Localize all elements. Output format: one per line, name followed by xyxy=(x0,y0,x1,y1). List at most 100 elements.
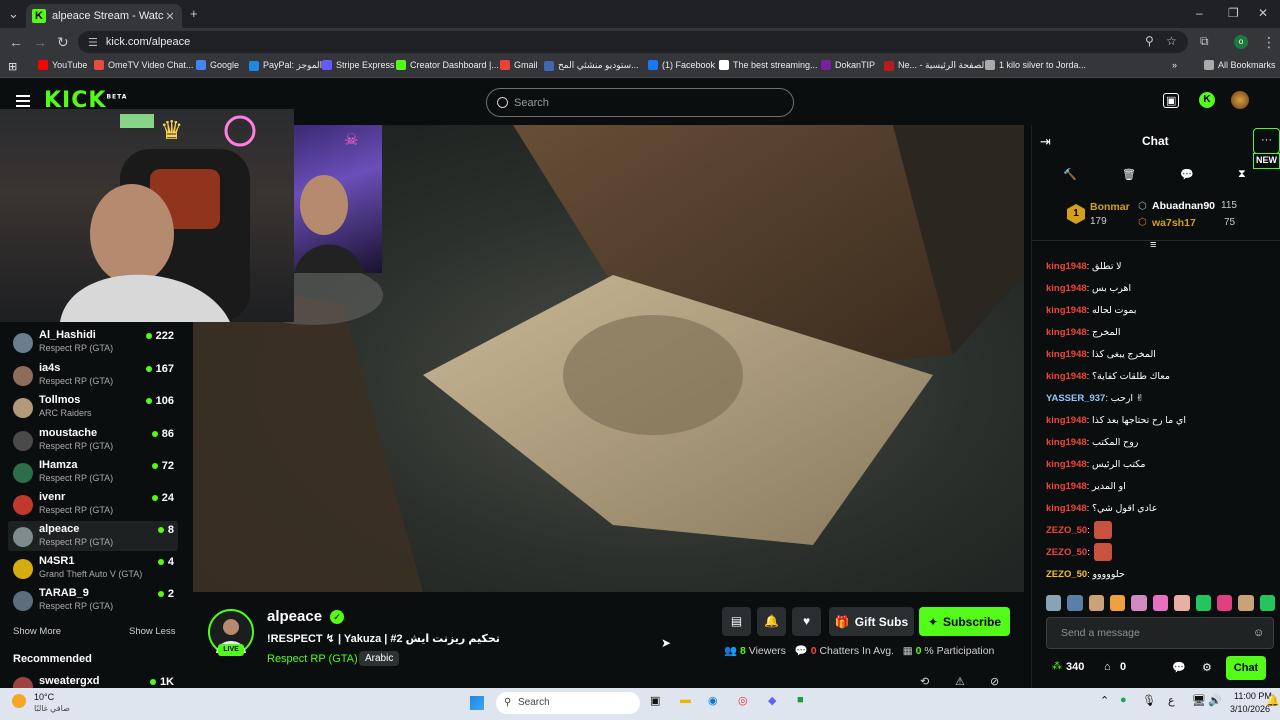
emote-icon[interactable] xyxy=(1046,595,1062,611)
chat-username[interactable]: king1948 xyxy=(1046,305,1087,316)
emote-icon[interactable] xyxy=(1238,595,1254,611)
emoji-icon[interactable]: ☺ xyxy=(1253,618,1264,648)
bookmark-item[interactable]: Ne... - الصفحة الرئيسية xyxy=(884,60,987,71)
edge-icon[interactable]: ◉ xyxy=(708,694,718,707)
mod-hammer-icon[interactable]: 🔨 xyxy=(1063,168,1077,181)
leaderboard-expand-icon[interactable]: ≡ xyxy=(1150,239,1156,251)
window-close-icon[interactable]: ✕ xyxy=(1258,6,1268,20)
chat-username[interactable]: ZEZO_50 xyxy=(1046,547,1087,558)
sidebar-channel-n4sr1[interactable]: N4SR1 Grand Theft Auto V (GTA) 4 xyxy=(8,553,178,583)
bookmark-item[interactable]: OmeTV Video Chat... xyxy=(94,60,193,70)
emote-icon[interactable] xyxy=(1088,595,1105,611)
discord-icon[interactable]: ◆ xyxy=(768,694,776,707)
collapse-chat-icon[interactable]: ⇥ xyxy=(1040,134,1051,150)
sidebar-channel-al_hashidi[interactable]: Al_Hashidi Respect RP (GTA) 222 xyxy=(8,327,178,357)
emote-icon[interactable] xyxy=(1216,595,1233,611)
follow-button[interactable]: ♥ xyxy=(792,607,821,636)
chat-username[interactable]: king1948 xyxy=(1046,327,1087,338)
share-icon[interactable]: ⟲ xyxy=(920,675,929,688)
emote-icon[interactable] xyxy=(1152,595,1169,611)
tab-search-icon[interactable]: ⌄ xyxy=(8,6,19,22)
delete-icon[interactable]: 🗑 xyxy=(1122,168,1136,181)
tray-overflow-icon[interactable]: ⌃ xyxy=(1100,694,1109,707)
emote-icon[interactable] xyxy=(1067,595,1083,611)
sidebar-channel-ia4s[interactable]: ia4s Respect RP (GTA) 167 xyxy=(8,360,178,390)
sidebar-channel-tarab_9[interactable]: TARAB_9 Respect RP (GTA) 2 xyxy=(8,585,178,615)
chat-settings-icon[interactable]: ⚙ xyxy=(1202,661,1212,674)
notification-bell-icon[interactable]: 🔔 xyxy=(1266,694,1280,707)
sidebar-channel-alpeace[interactable]: alpeace Respect RP (GTA) 8 xyxy=(8,521,178,551)
chat-username[interactable]: king1948 xyxy=(1046,437,1087,448)
chat-username[interactable]: king1948 xyxy=(1046,371,1087,382)
clip-button[interactable]: ▤ xyxy=(722,607,751,636)
chrome-icon[interactable]: ◎ xyxy=(738,694,748,707)
windows-start-icon[interactable] xyxy=(470,696,484,710)
bookmark-item[interactable]: PayPal: الموجز xyxy=(249,60,322,71)
new-tab-button[interactable]: + xyxy=(190,6,198,21)
bookmark-item[interactable]: YouTube xyxy=(38,60,87,70)
chat-username[interactable]: king1948 xyxy=(1046,261,1087,272)
file-explorer-icon[interactable]: ▬ xyxy=(680,694,691,706)
browser-tab[interactable]: K alpeace Stream - Watch Live on ✕ xyxy=(26,4,182,28)
chat-options-button[interactable]: ··· xyxy=(1253,128,1280,154)
chat-send-button[interactable]: Chat xyxy=(1226,656,1266,680)
user-avatar[interactable] xyxy=(1231,91,1249,109)
emote-icon[interactable] xyxy=(1174,595,1190,611)
chat-username[interactable]: king1948 xyxy=(1046,415,1087,426)
language-tag[interactable]: Arabic xyxy=(359,651,400,666)
minimize-icon[interactable]: – xyxy=(1196,6,1203,20)
gift-subs-button[interactable]: 🎁 Gift Subs xyxy=(829,607,914,636)
chat-username[interactable]: ZEZO_50 xyxy=(1046,569,1087,580)
notifications-button[interactable]: 🔔 xyxy=(757,607,786,636)
apps-grid-icon[interactable]: ⊞ xyxy=(8,60,17,73)
emote-icon[interactable] xyxy=(1259,595,1275,611)
chat-username[interactable]: king1948 xyxy=(1046,349,1087,360)
app-icon[interactable]: ■ xyxy=(797,694,804,706)
browser-menu-icon[interactable]: ⋮ xyxy=(1262,34,1276,51)
report-icon[interactable]: ⚠ xyxy=(955,675,965,688)
sidebar-channel-moustache[interactable]: moustache Respect RP (GTA) 86 xyxy=(8,425,178,455)
bookmark-item[interactable]: Google xyxy=(196,60,239,70)
leader-1-name[interactable]: Bonmar xyxy=(1090,201,1130,213)
hide-icon[interactable]: ⊘ xyxy=(990,675,999,688)
leader-2-name[interactable]: Abuadnan90 xyxy=(1152,200,1215,212)
chat-mode-icon[interactable]: 💬 xyxy=(1180,168,1194,181)
site-info-icon[interactable]: ☰ xyxy=(88,36,98,49)
extensions-icon[interactable]: ⧉ xyxy=(1200,34,1209,49)
gift-count[interactable]: 0 xyxy=(1120,661,1126,673)
tray-app-icon[interactable]: ● xyxy=(1120,694,1127,706)
points-count[interactable]: 340 xyxy=(1066,661,1084,673)
restore-icon[interactable]: ❐ xyxy=(1228,6,1239,20)
sidebar-channel-ihamza[interactable]: IHamza Respect RP (GTA) 72 xyxy=(8,457,178,487)
forward-icon[interactable]: → xyxy=(33,34,47,50)
emote-icon[interactable] xyxy=(1195,595,1211,611)
chat-input[interactable]: Send a message ☺ xyxy=(1046,617,1274,649)
taskbar-search[interactable]: ⚲ Search xyxy=(496,692,640,714)
creator-dashboard-icon[interactable]: ▣ xyxy=(1163,93,1180,108)
zoom-icon[interactable]: ⚲ xyxy=(1145,34,1154,48)
task-view-icon[interactable]: ▣ xyxy=(650,694,660,707)
emote-icon[interactable] xyxy=(1131,595,1147,611)
sidebar-channel-ivenr[interactable]: ivenr Respect RP (GTA) 24 xyxy=(8,489,178,519)
weather-temp[interactable]: 10°C xyxy=(34,692,54,702)
profile-avatar[interactable]: o xyxy=(1234,35,1248,49)
back-icon[interactable]: ← xyxy=(9,34,23,50)
mic-icon[interactable]: 🎙 xyxy=(1142,694,1156,707)
slow-mode-icon[interactable]: ⧗ xyxy=(1238,168,1246,181)
bookmarks-overflow-icon[interactable]: » xyxy=(1172,60,1177,70)
chat-rules-icon[interactable]: 💬 xyxy=(1172,661,1186,674)
bookmark-item[interactable]: The best streaming... xyxy=(719,60,818,70)
search-input[interactable]: Search xyxy=(486,88,794,117)
network-icon[interactable]: 🖥 xyxy=(1192,694,1206,707)
show-less-button[interactable]: Show Less xyxy=(129,626,175,637)
bookmark-item[interactable]: 1 kilo silver to Jorda... xyxy=(985,60,1086,70)
kick-points-icon[interactable]: K xyxy=(1199,92,1215,108)
bookmark-star-icon[interactable]: ☆ xyxy=(1166,34,1177,48)
chat-username[interactable]: king1948 xyxy=(1046,459,1087,470)
reload-icon[interactable]: ↻ xyxy=(57,34,69,51)
volume-icon[interactable]: 🔊 xyxy=(1208,694,1222,707)
hamburger-menu-icon[interactable] xyxy=(16,95,30,107)
bookmark-item[interactable]: Creator Dashboard |... xyxy=(396,60,499,70)
bookmark-item[interactable]: DokanTIP xyxy=(821,60,875,70)
chat-username[interactable]: YASSER_937 xyxy=(1046,393,1105,404)
